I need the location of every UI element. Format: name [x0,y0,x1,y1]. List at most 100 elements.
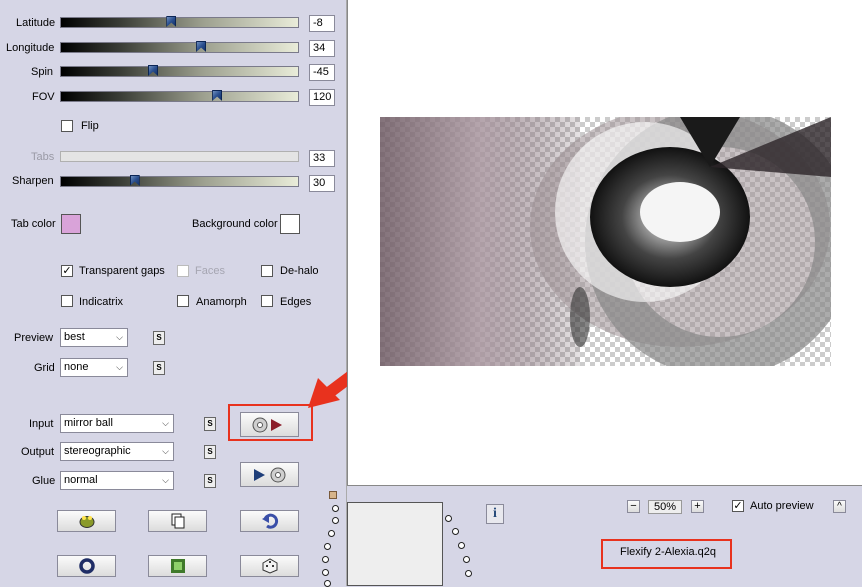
tab-color-label: Tab color [11,218,56,230]
nav-dot[interactable] [322,556,329,563]
grid-label: Grid [34,362,55,374]
square-button[interactable] [148,555,207,577]
output-value: stereographic [64,445,131,457]
grid-s-button[interactable]: S [153,361,165,375]
minus-icon: − [630,500,637,512]
panel-splitter-handle[interactable] [329,491,337,499]
longitude-value-field[interactable]: 34 [309,40,335,57]
nav-dot[interactable] [445,515,452,522]
tabs-value-field[interactable]: 33 [309,150,335,167]
faces-label: Faces [195,265,225,277]
settings-panel [0,0,347,586]
chevron-down-icon: ⌵ [162,475,169,485]
input-select[interactable]: mirror ball ⌵ [60,414,174,433]
copy-button[interactable] [148,510,207,532]
output-label: Output [21,446,55,458]
input-s-button[interactable]: S [204,417,216,431]
ring-button[interactable] [57,555,116,577]
input-value: mirror ball [64,417,113,429]
sharpen-slider-thumb[interactable] [129,175,140,186]
zoom-level: 50% [648,500,682,514]
indicatrix-label: Indicatrix [79,296,124,308]
preview-image [380,117,831,366]
grid-select[interactable]: none ⌵ [60,358,128,377]
sharpen-label: Sharpen [12,175,54,187]
copy-icon [171,513,184,529]
undo-icon [261,513,278,529]
longitude-label: Longitude [6,42,55,54]
square-icon [170,559,185,573]
plus-icon: + [694,500,701,512]
anamorph-label: Anamorph [196,296,247,308]
de-halo-checkbox[interactable] [261,265,273,277]
spin-value-field[interactable]: -45 [309,64,335,81]
output-preview-button[interactable] [240,462,299,487]
nav-dot[interactable] [458,542,465,549]
chevron-down-icon: ⌵ [162,446,169,456]
fov-value-field[interactable]: 120 [309,89,335,106]
dice-icon [262,558,277,574]
fov-label: FOV [32,91,55,103]
transparent-gaps-label: Transparent gaps [79,265,165,277]
indicatrix-checkbox[interactable] [61,295,73,307]
undo-button[interactable] [240,510,299,532]
latitude-slider[interactable] [60,16,299,28]
randomize-button[interactable] [57,510,116,532]
nav-dot[interactable] [332,517,339,524]
tab-color-swatch[interactable] [61,214,81,234]
output-select[interactable]: stereographic ⌵ [60,442,174,461]
longitude-slider-thumb[interactable] [196,41,207,52]
nav-dot[interactable] [452,528,459,535]
edges-checkbox[interactable] [261,295,273,307]
collapse-button[interactable]: ^ [833,500,846,513]
nav-dot[interactable] [328,530,335,537]
background-color-label: Background color [192,218,278,230]
nav-dot[interactable] [463,556,470,563]
nav-dot[interactable] [322,569,329,576]
edges-label: Edges [280,296,312,308]
input-label: Input [29,418,54,430]
de-halo-label: De-halo [280,265,319,277]
chevron-up-icon: ^ [837,501,842,512]
flip-label: Flip [81,120,99,132]
spin-slider[interactable] [60,65,299,77]
ring-icon [78,558,95,574]
disc-arrow-icon [252,417,282,432]
chevron-down-icon: ⌵ [162,418,169,428]
info-button[interactable]: i [486,504,504,524]
glue-select[interactable]: normal ⌵ [60,471,174,490]
nav-dot[interactable] [324,543,331,550]
preview-quality-select[interactable]: best ⌵ [60,328,128,347]
latitude-value-field[interactable]: -8 [309,15,335,32]
zoom-in-button[interactable]: + [691,500,704,513]
arrow-disc-icon [253,467,285,482]
glue-value: normal [64,474,98,486]
info-icon: i [493,506,497,521]
transparent-gaps-checkbox[interactable]: ✓ [61,265,73,277]
spin-slider-thumb[interactable] [148,65,159,76]
sharpen-value-field[interactable]: 30 [309,175,335,192]
latitude-label: Latitude [16,17,56,29]
auto-preview-checkbox[interactable]: ✓ [732,500,744,512]
nav-dot[interactable] [332,505,339,512]
tabs-label: Tabs [31,151,55,163]
anamorph-checkbox[interactable] [177,295,189,307]
dice-button[interactable] [240,555,299,577]
sharpen-slider[interactable] [60,175,299,187]
flip-checkbox[interactable] [61,120,73,132]
auto-preview-label: Auto preview [750,500,814,512]
glue-s-button[interactable]: S [204,474,216,488]
zoom-out-button[interactable]: − [627,500,640,513]
longitude-slider[interactable] [60,41,299,53]
fov-slider-thumb[interactable] [212,90,223,101]
output-s-button[interactable]: S [204,445,216,459]
fov-slider[interactable] [60,90,299,102]
nav-dot[interactable] [465,570,472,577]
input-preview-button[interactable] [240,412,299,437]
thumbnail-box[interactable] [347,502,443,586]
latitude-slider-thumb[interactable] [166,16,177,27]
preview-s-button[interactable]: S [153,331,165,345]
chevron-down-icon: ⌵ [116,332,123,342]
preview-canvas[interactable] [347,0,862,486]
background-color-swatch[interactable] [280,214,300,234]
